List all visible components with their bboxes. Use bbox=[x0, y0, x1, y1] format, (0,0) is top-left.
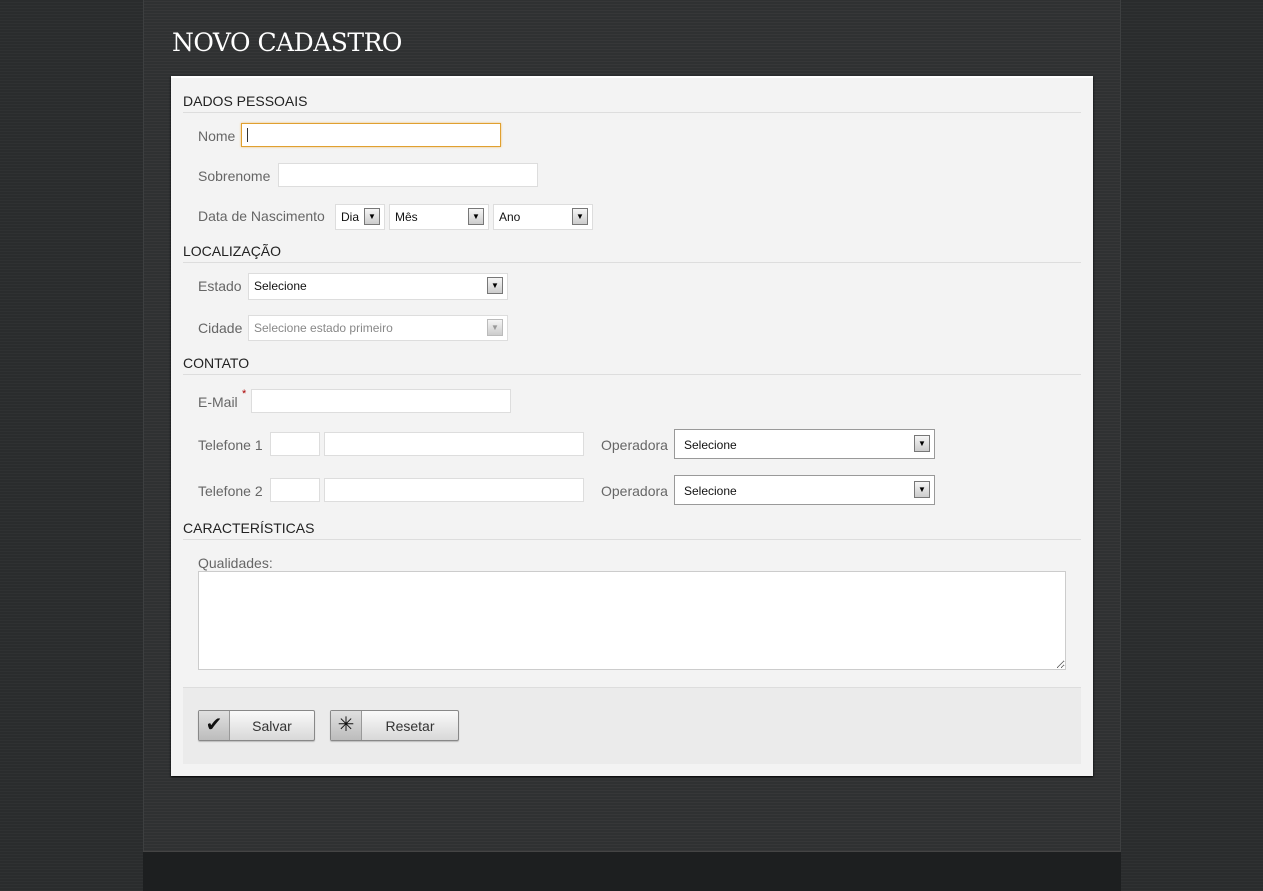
ano-value: Ano bbox=[499, 210, 521, 224]
telefone2-number-input[interactable] bbox=[324, 478, 584, 502]
page-title: NOVO CADASTRO bbox=[172, 28, 402, 57]
estado-select[interactable]: Selecione ▼ bbox=[248, 273, 508, 300]
qualidades-label: Qualidades: bbox=[198, 555, 273, 571]
email-label: E-Mail bbox=[198, 394, 238, 410]
estado-value: Selecione bbox=[254, 279, 307, 293]
operadora1-value: Selecione bbox=[684, 438, 737, 452]
reset-label: Resetar bbox=[385, 718, 435, 734]
telefone2-ddd-input[interactable] bbox=[270, 478, 320, 502]
nome-label: Nome bbox=[198, 128, 236, 144]
sobrenome-input[interactable] bbox=[278, 163, 538, 187]
chevron-down-icon: ▼ bbox=[468, 208, 484, 225]
chevron-down-icon: ▼ bbox=[487, 319, 503, 336]
required-marker: * bbox=[242, 388, 247, 400]
save-label: Salvar bbox=[252, 718, 292, 734]
cidade-label: Cidade bbox=[198, 320, 243, 336]
chevron-down-icon: ▼ bbox=[487, 277, 503, 294]
text-caret bbox=[247, 128, 248, 142]
telefone1-label: Telefone 1 bbox=[198, 437, 263, 453]
telefone1-ddd-input[interactable] bbox=[270, 432, 320, 456]
chevron-down-icon: ▼ bbox=[914, 435, 930, 452]
operadora2-label: Operadora bbox=[601, 483, 668, 499]
section-personal: DADOS PESSOAIS bbox=[183, 93, 1081, 113]
operadora1-label: Operadora bbox=[601, 437, 668, 453]
section-traits: CARACTERÍSTICAS bbox=[183, 520, 1081, 540]
asterisk-icon: ✳ bbox=[331, 711, 362, 740]
save-button[interactable]: ✔ Salvar bbox=[198, 710, 315, 741]
reset-button[interactable]: ✳ Resetar bbox=[330, 710, 459, 741]
nome-input[interactable] bbox=[241, 123, 501, 147]
cidade-select[interactable]: Selecione estado primeiro ▼ bbox=[248, 315, 508, 341]
sobrenome-label: Sobrenome bbox=[198, 168, 271, 184]
button-bar: ✔ Salvar ✳ Resetar bbox=[183, 687, 1081, 764]
email-input[interactable] bbox=[251, 389, 511, 413]
operadora2-select[interactable]: Selecione ▼ bbox=[674, 475, 935, 505]
dia-select[interactable]: Dia ▼ bbox=[335, 204, 385, 230]
registration-form: DADOS PESSOAIS Nome Sobrenome Data de Na… bbox=[171, 76, 1093, 776]
page-footer bbox=[143, 851, 1121, 891]
mes-select[interactable]: Mês ▼ bbox=[389, 204, 489, 230]
telefone2-label: Telefone 2 bbox=[198, 483, 263, 499]
checkmark-icon: ✔ bbox=[199, 711, 230, 740]
operadora1-select[interactable]: Selecione ▼ bbox=[674, 429, 935, 459]
chevron-down-icon: ▼ bbox=[364, 208, 380, 225]
chevron-down-icon: ▼ bbox=[572, 208, 588, 225]
ano-select[interactable]: Ano ▼ bbox=[493, 204, 593, 230]
cidade-value: Selecione estado primeiro bbox=[254, 321, 393, 335]
estado-label: Estado bbox=[198, 278, 242, 294]
section-contact: CONTATO bbox=[183, 355, 1081, 375]
qualidades-textarea[interactable] bbox=[198, 571, 1066, 670]
chevron-down-icon: ▼ bbox=[914, 481, 930, 498]
nascimento-label: Data de Nascimento bbox=[198, 208, 325, 224]
operadora2-value: Selecione bbox=[684, 484, 737, 498]
mes-value: Mês bbox=[395, 210, 418, 224]
section-location: LOCALIZAÇÃO bbox=[183, 243, 1081, 263]
telefone1-number-input[interactable] bbox=[324, 432, 584, 456]
dia-value: Dia bbox=[341, 210, 360, 224]
